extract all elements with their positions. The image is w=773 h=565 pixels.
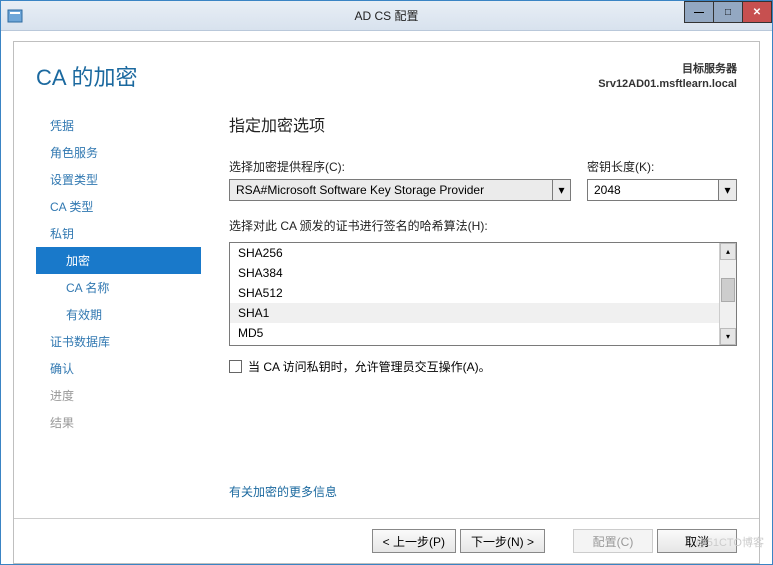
- titlebar: AD CS 配置 — □ ✕: [1, 1, 772, 31]
- minimize-button[interactable]: —: [684, 1, 714, 23]
- target-server-name: Srv12AD01.msftlearn.local: [598, 78, 737, 90]
- keylen-label: 密钥长度(K):: [587, 158, 737, 175]
- csp-value: RSA#Microsoft Software Key Storage Provi…: [229, 179, 553, 201]
- csp-select[interactable]: RSA#Microsoft Software Key Storage Provi…: [229, 179, 571, 201]
- hash-list[interactable]: SHA256SHA384SHA512SHA1MD5: [230, 243, 719, 345]
- maximize-button[interactable]: □: [713, 1, 743, 23]
- sidebar-item-1[interactable]: 角色服务: [36, 139, 201, 166]
- sidebar-item-5[interactable]: 加密: [36, 247, 201, 274]
- chevron-down-icon[interactable]: ▾: [719, 179, 737, 201]
- more-info-link[interactable]: 有关加密的更多信息: [229, 483, 737, 500]
- sidebar: 凭据角色服务设置类型CA 类型私钥加密CA 名称有效期证书数据库确认进度结果: [36, 112, 201, 508]
- interact-checkbox-label: 当 CA 访问私钥时，允许管理员交互操作(A)。: [248, 358, 491, 375]
- main-layout: 凭据角色服务设置类型CA 类型私钥加密CA 名称有效期证书数据库确认进度结果 指…: [14, 92, 759, 518]
- hash-option-sha1[interactable]: SHA1: [230, 303, 719, 323]
- cancel-button[interactable]: 取消: [657, 529, 737, 553]
- app-icon: [7, 8, 23, 24]
- configure-button: 配置(C): [573, 529, 653, 553]
- hash-listbox[interactable]: SHA256SHA384SHA512SHA1MD5 ▴ ▾: [229, 242, 737, 346]
- sidebar-item-6[interactable]: CA 名称: [36, 274, 201, 301]
- keylen-select[interactable]: 2048 ▾: [587, 179, 737, 201]
- hash-option-sha384[interactable]: SHA384: [230, 263, 719, 283]
- close-button[interactable]: ✕: [742, 1, 772, 23]
- scroll-thumb[interactable]: [721, 278, 735, 302]
- chevron-down-icon[interactable]: ▾: [553, 179, 571, 201]
- scrollbar[interactable]: ▴ ▾: [719, 243, 736, 345]
- sidebar-item-7[interactable]: 有效期: [36, 301, 201, 328]
- csp-label: 选择加密提供程序(C):: [229, 158, 571, 175]
- next-button[interactable]: 下一步(N) >: [460, 529, 545, 553]
- scroll-up-icon[interactable]: ▴: [720, 243, 736, 260]
- sidebar-item-3[interactable]: CA 类型: [36, 193, 201, 220]
- form-area: 指定加密选项 选择加密提供程序(C): RSA#Microsoft Softwa…: [201, 112, 737, 508]
- hash-option-sha512[interactable]: SHA512: [230, 283, 719, 303]
- target-server: 目标服务器 Srv12AD01.msftlearn.local: [598, 60, 737, 90]
- scroll-down-icon[interactable]: ▾: [720, 328, 736, 345]
- sidebar-item-0[interactable]: 凭据: [36, 112, 201, 139]
- interact-checkbox[interactable]: [229, 360, 242, 373]
- sidebar-item-4[interactable]: 私钥: [36, 220, 201, 247]
- hash-label: 选择对此 CA 颁发的证书进行签名的哈希算法(H):: [229, 217, 737, 234]
- provider-row: 选择加密提供程序(C): RSA#Microsoft Software Key …: [229, 158, 737, 201]
- sidebar-item-11: 结果: [36, 409, 201, 436]
- hash-option-md5[interactable]: MD5: [230, 323, 719, 343]
- target-server-label: 目标服务器: [598, 60, 737, 76]
- content-area: CA 的加密 目标服务器 Srv12AD01.msftlearn.local 凭…: [1, 31, 772, 564]
- sidebar-item-8[interactable]: 证书数据库: [36, 328, 201, 355]
- prev-button[interactable]: < 上一步(P): [372, 529, 456, 553]
- button-bar: < 上一步(P) 下一步(N) > 配置(C) 取消: [14, 518, 759, 563]
- sidebar-item-9[interactable]: 确认: [36, 355, 201, 382]
- sidebar-item-10: 进度: [36, 382, 201, 409]
- keylen-value: 2048: [587, 179, 719, 201]
- hash-option-sha256[interactable]: SHA256: [230, 243, 719, 263]
- window-title: AD CS 配置: [354, 7, 418, 24]
- form-heading: 指定加密选项: [229, 112, 737, 136]
- interact-checkbox-row: 当 CA 访问私钥时，允许管理员交互操作(A)。: [229, 358, 737, 375]
- sidebar-item-2[interactable]: 设置类型: [36, 166, 201, 193]
- panel: CA 的加密 目标服务器 Srv12AD01.msftlearn.local 凭…: [13, 41, 760, 564]
- page-title: CA 的加密: [36, 60, 137, 92]
- header-row: CA 的加密 目标服务器 Srv12AD01.msftlearn.local: [14, 42, 759, 92]
- window-controls: — □ ✕: [685, 1, 772, 23]
- scroll-track[interactable]: [720, 260, 736, 328]
